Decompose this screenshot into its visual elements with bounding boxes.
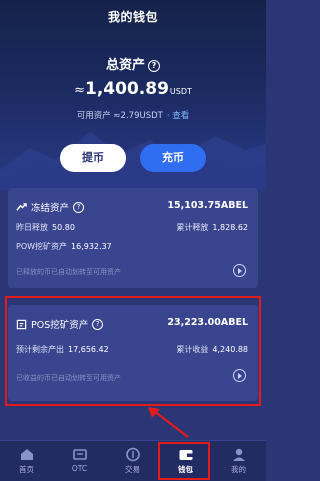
wallet-tab-highlight-annotation [158, 442, 210, 480]
otc-icon [72, 449, 87, 460]
pow-assets-label: POW挖矿资产 [16, 242, 68, 251]
frozen-assets-value: 15,103.75ABEL [167, 200, 248, 211]
total-amount-value: 1,400.89 [85, 79, 169, 99]
tab-label: OTC [71, 464, 88, 473]
tab-label: 首页 [19, 465, 34, 474]
profile-icon [232, 448, 245, 461]
frozen-icon [16, 202, 27, 211]
total-assets-label-row: 总资产? [0, 54, 266, 73]
view-link[interactable]: · 查看 [167, 111, 189, 121]
tab-otc[interactable]: OTC [53, 441, 106, 481]
yesterday-release-row: 昨日释放 50.80 [16, 222, 75, 233]
tab-home[interactable]: 首页 [0, 441, 53, 481]
page-title: 我的钱包 [107, 10, 158, 24]
tab-trade[interactable]: 交易 [106, 441, 159, 481]
approx-sign: ≈ [74, 83, 86, 98]
pow-assets-row: POW挖矿资产 16,932.37 [16, 241, 112, 252]
yesterday-release-value: 50.80 [52, 223, 75, 232]
total-assets-label: 总资产 [105, 58, 145, 73]
total-amount-unit: USDT [169, 87, 192, 96]
tab-profile[interactable]: 我的 [212, 441, 265, 481]
mountain-illustration [0, 132, 266, 190]
trade-icon [125, 447, 140, 462]
pow-assets-value: 16,932.37 [71, 242, 112, 251]
tab-label: 我的 [231, 465, 246, 474]
cumulative-release-row: 累计释放 1,828.62 [176, 222, 248, 233]
frozen-hint-text: 已释放的币已自动划转至可用资产 [16, 268, 121, 276]
yesterday-release-label: 昨日释放 [16, 223, 48, 232]
arrow-annotation [148, 407, 189, 438]
help-icon[interactable]: ? [73, 201, 85, 213]
frozen-assets-title: 冻结资产 [31, 203, 70, 214]
home-icon [20, 449, 33, 460]
play-icon[interactable] [233, 264, 246, 277]
pos-highlight-annotation [5, 296, 261, 406]
bottom-tab-bar: 首页 OTC 交易 钱包 我的 [0, 440, 266, 481]
deposit-button[interactable]: 充币 [140, 144, 206, 172]
tab-label: 交易 [125, 465, 140, 474]
frozen-assets-header: 冻结资产 ? [16, 200, 85, 214]
withdraw-button[interactable]: 提币 [60, 144, 126, 172]
available-assets-row: 可用资产 ≈2.79USDT · 查看 [0, 109, 266, 121]
cumulative-release-value: 1,828.62 [212, 223, 248, 232]
total-assets-amount: ≈1,400.89USDT [0, 79, 266, 99]
help-icon[interactable]: ? [148, 60, 160, 72]
available-assets-text: 可用资产 ≈2.79USDT [76, 111, 163, 121]
cumulative-release-label: 累计释放 [176, 223, 209, 232]
frozen-assets-card[interactable]: 冻结资产 ? 15,103.75ABEL 昨日释放 50.80 累计释放 1,828… [8, 188, 258, 288]
